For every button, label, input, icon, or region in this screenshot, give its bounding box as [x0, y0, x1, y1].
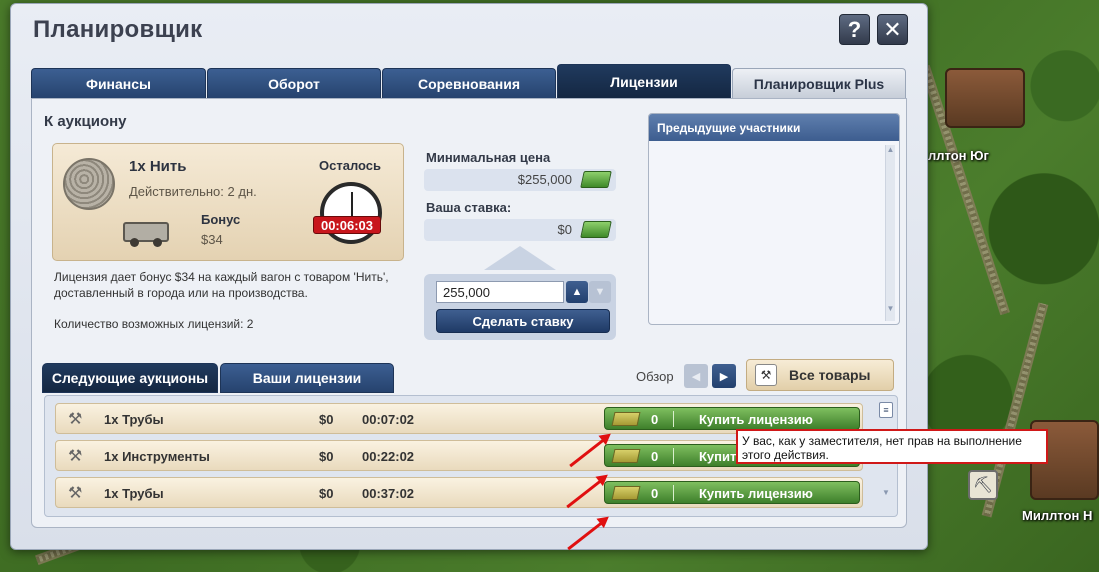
city-name-label: Миллтон Н — [1022, 508, 1093, 523]
cash-icon — [611, 486, 641, 500]
buy-license-button[interactable]: 0 Купить лицензию — [604, 481, 860, 504]
scroll-thumb-icon[interactable]: ≡ — [879, 402, 893, 418]
help-button[interactable]: ? — [839, 14, 870, 45]
auction-time: 00:07:02 — [362, 412, 415, 427]
remaining-timer: 00:06:03 — [313, 216, 381, 234]
all-goods-label: Все товары — [789, 367, 871, 383]
tab-licenses[interactable]: Лицензии — [557, 64, 731, 98]
scroll-down-icon[interactable]: ▼ — [879, 488, 893, 497]
your-bid-label: Ваша ставка: — [426, 200, 512, 215]
auction-price: $0 — [319, 412, 334, 427]
next-arrow-button[interactable]: ▶ — [712, 364, 736, 388]
auction-goods: 1x Инструменты — [104, 449, 210, 464]
buy-license-label: Купить лицензию — [699, 412, 813, 427]
divider — [673, 448, 674, 464]
decrease-bid-button[interactable]: ▼ — [589, 281, 611, 303]
buy-count: 0 — [651, 412, 659, 427]
license-description: Лицензия дает бонус $34 на каждый вагон … — [54, 270, 389, 300]
auction-price: $0 — [319, 486, 334, 501]
permission-tooltip: У вас, как у заместителя, нет прав на вы… — [736, 429, 1048, 464]
auction-goods: 1x Трубы — [104, 412, 164, 427]
auction-row: ⚒ 1x Трубы $0 00:37:02 0 Купить лицензию — [55, 477, 863, 508]
your-bid-box: $0 — [424, 219, 616, 241]
previous-participants-panel: Предыдущие участники ▲ ▼ — [648, 113, 900, 325]
factory-building[interactable] — [945, 68, 1025, 128]
bid-panel: ▲ ▼ Сделать ставку — [424, 274, 616, 340]
stopwatch-icon — [320, 182, 382, 244]
min-price-label: Минимальная цена — [426, 150, 551, 165]
license-goods: 1x Нить — [129, 158, 187, 175]
money-icon — [580, 171, 612, 188]
divider — [673, 485, 674, 501]
previous-arrow-button[interactable]: ◀ — [684, 364, 708, 388]
previous-participants-title: Предыдущие участники — [649, 114, 899, 141]
planner-window: Планировщик ? ✕ Финансы Оборот Соревнова… — [10, 3, 928, 550]
buy-count: 0 — [651, 449, 659, 464]
increase-bid-button[interactable]: ▲ — [566, 281, 588, 303]
license-validity: Действительно: 2 дн. — [129, 184, 257, 199]
tab-next-auctions[interactable]: Следующие аукционы — [42, 363, 218, 393]
overview-label: Обзор — [636, 369, 674, 384]
auction-goods: 1x Трубы — [104, 486, 164, 501]
cash-icon — [611, 412, 641, 426]
bid-amount-input[interactable] — [436, 281, 564, 303]
wagon-icon — [123, 222, 169, 247]
city-name-label: ллтон Юг — [928, 148, 989, 163]
bonus-label: Бонус — [201, 212, 241, 227]
goods-icon: ⚒ — [755, 364, 777, 386]
auction-time: 00:37:02 — [362, 486, 415, 501]
scroll-down-icon[interactable]: ▼ — [886, 304, 895, 313]
tab-turnover[interactable]: Оборот — [207, 68, 381, 98]
your-bid-value: $0 — [557, 222, 572, 237]
tab-competitions[interactable]: Соревнования — [382, 68, 556, 98]
remaining-label: Осталось — [319, 158, 382, 173]
auction-price: $0 — [319, 449, 334, 464]
license-card: 1x Нить Действительно: 2 дн. Бонус $34 О… — [52, 143, 404, 261]
cash-icon — [611, 449, 641, 463]
tab-planner-plus[interactable]: Планировщик Plus — [732, 68, 906, 98]
pipe-icon: ⚒ — [68, 485, 83, 502]
cargo-sign-icon[interactable]: ⛏ — [968, 470, 998, 500]
min-price-box: $255,000 — [424, 169, 616, 191]
place-bid-button[interactable]: Сделать ставку — [436, 309, 610, 333]
tools-icon: ⚒ — [68, 448, 83, 465]
scroll-up-icon[interactable]: ▲ — [886, 145, 895, 154]
money-icon — [580, 221, 612, 238]
arrow-up-decor — [484, 246, 556, 270]
auction-section-title: К аукциону — [44, 113, 127, 130]
all-goods-button[interactable]: ⚒ Все товары — [746, 359, 894, 391]
main-tabs: Финансы Оборот Соревнования Лицензии Пла… — [31, 64, 907, 98]
buy-count: 0 — [651, 486, 659, 501]
buy-license-label: Купить лицензию — [699, 486, 813, 501]
tab-your-licenses[interactable]: Ваши лицензии — [220, 363, 394, 393]
buy-license-button[interactable]: 0 Купить лицензию — [604, 407, 860, 430]
tab-finances[interactable]: Финансы — [31, 68, 206, 98]
auction-time: 00:22:02 — [362, 449, 415, 464]
licenses-count: Количество возможных лицензий: 2 — [54, 317, 254, 331]
pipe-icon: ⚒ — [68, 411, 83, 428]
scrollbar[interactable]: ▲ ▼ — [885, 145, 895, 321]
divider — [673, 411, 674, 427]
close-button[interactable]: ✕ — [877, 14, 908, 45]
yarn-icon — [63, 158, 115, 210]
bonus-value: $34 — [201, 232, 223, 247]
window-title: Планировщик — [33, 16, 203, 43]
min-price-value: $255,000 — [517, 172, 572, 187]
